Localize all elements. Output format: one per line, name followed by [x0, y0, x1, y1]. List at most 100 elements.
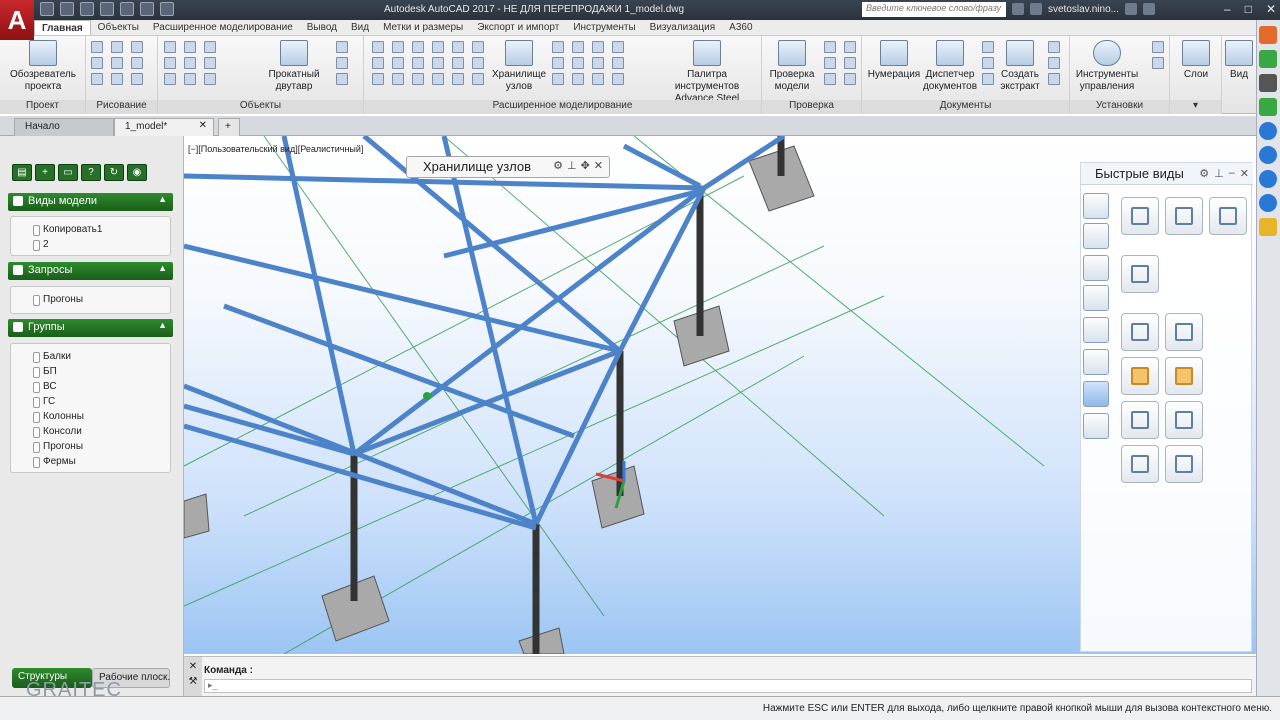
panel-title-settings[interactable]: Установки [1070, 100, 1169, 114]
gear-icon[interactable] [612, 57, 624, 69]
tab-home[interactable]: Главная [34, 20, 91, 35]
print-icon[interactable] [120, 2, 134, 16]
node-storage-toolbar[interactable]: Хранилище узлов ⚙ ⊥ ✥ ✕ [406, 156, 610, 178]
joint-icon-11[interactable] [452, 57, 464, 69]
binoculars-icon[interactable] [1012, 3, 1024, 15]
autocad-logo[interactable]: A [0, 0, 34, 40]
new-tab-button[interactable]: + [218, 118, 240, 136]
audit-icon[interactable] [844, 41, 856, 53]
help-icon[interactable] [1142, 3, 1155, 15]
tab-tools[interactable]: Инструменты [566, 20, 642, 35]
minimize-button[interactable]: – [1224, 2, 1231, 16]
model-view-icon[interactable]: ▤ [12, 164, 32, 181]
close-icon[interactable]: ✕ [184, 661, 202, 672]
gear-icon[interactable]: ⚙ [1199, 167, 1209, 180]
nc-icon[interactable] [982, 73, 994, 85]
close-icon[interactable]: ✕ [594, 159, 603, 172]
collapse-icon[interactable]: ▲ [158, 320, 167, 330]
pause-icon[interactable] [1259, 122, 1277, 140]
joint-icon-16[interactable] [432, 73, 444, 85]
check-model-button[interactable]: Проверка модели [764, 40, 820, 93]
list-item[interactable]: Фермы [11, 454, 170, 469]
plate-icon[interactable] [204, 41, 216, 53]
polyline-icon[interactable] [111, 41, 123, 53]
list-item[interactable]: Балки [11, 349, 170, 364]
tube-icon[interactable] [336, 73, 348, 85]
viewport-controls-label[interactable]: [−][Пользовательский вид][Реалистичный] [188, 144, 363, 154]
filter-icon[interactable] [824, 73, 836, 85]
view-button[interactable]: Вид [1222, 40, 1256, 81]
clash-icon[interactable] [824, 41, 836, 53]
print-view-icon[interactable]: ▭ [58, 164, 78, 181]
column-view-icon[interactable] [1083, 381, 1109, 407]
settings-icon-2[interactable] [1152, 57, 1164, 69]
back-icon[interactable] [1259, 26, 1277, 44]
joint-icon-8[interactable] [392, 57, 404, 69]
list-doc-icon[interactable] [982, 57, 994, 69]
section-groups-header[interactable]: Группы ▲ [8, 319, 173, 337]
person-icon[interactable] [1083, 255, 1109, 281]
view-section-icon[interactable] [1209, 197, 1247, 235]
joint-icon-5[interactable] [452, 41, 464, 53]
view-cube-icon[interactable] [1121, 255, 1159, 293]
command-input[interactable]: ▸_ [204, 679, 1252, 693]
joint-icon-13[interactable] [372, 73, 384, 85]
node-storage-button[interactable]: Хранилище узлов [488, 40, 550, 93]
user-name[interactable]: svetoslav.nino... [1048, 4, 1119, 15]
add-icon[interactable]: + [35, 164, 55, 181]
undo-icon[interactable] [140, 2, 154, 16]
report-icon[interactable] [844, 73, 856, 85]
grid-icon[interactable] [164, 41, 176, 53]
spline-icon[interactable] [91, 57, 103, 69]
rectangle-icon[interactable] [111, 73, 123, 85]
list-item[interactable]: Прогоны [11, 439, 170, 454]
mgmt-tools-button[interactable]: Инструменты управления [1074, 40, 1140, 93]
view-selected-orange-icon[interactable] [1121, 357, 1159, 395]
tab-a360[interactable]: A360 [722, 20, 759, 35]
bolt-icon[interactable] [164, 57, 176, 69]
arc-icon[interactable] [131, 41, 143, 53]
pin-icon[interactable]: ⊥ [1214, 167, 1224, 180]
house-icon[interactable] [592, 41, 604, 53]
weld-icon[interactable] [204, 57, 216, 69]
truss-icon-3[interactable] [552, 57, 564, 69]
new-file-icon[interactable] [40, 2, 54, 16]
layers-view-icon[interactable] [1083, 413, 1109, 439]
dimension-icon[interactable] [1083, 285, 1109, 311]
joint-icon-3[interactable] [412, 41, 424, 53]
list-item[interactable]: БП [11, 364, 170, 379]
doc-manager-button[interactable]: Диспетчер документов [922, 40, 978, 93]
line-icon[interactable] [91, 41, 103, 53]
stair-icon[interactable] [164, 73, 176, 85]
tab-start[interactable]: Начало [14, 118, 114, 136]
collapse-icon[interactable]: ▲ [158, 263, 167, 273]
joint-icon-9[interactable] [412, 57, 424, 69]
view-frame-icon[interactable] [1121, 313, 1159, 351]
close-tab-icon[interactable]: ✕ [199, 120, 207, 131]
close-icon[interactable]: ✕ [1240, 167, 1249, 180]
cylinder-icon[interactable] [592, 73, 604, 85]
list-item[interactable]: Консоли [11, 424, 170, 439]
circle-icon[interactable] [131, 57, 143, 69]
refresh-icon[interactable]: ↻ [104, 164, 124, 181]
panel-title-objects[interactable]: Объекты [158, 100, 363, 114]
dxf-icon[interactable] [1048, 57, 1060, 69]
joint-icon-10[interactable] [432, 57, 444, 69]
save-as-icon[interactable] [100, 2, 114, 16]
tab-labels-dimensions[interactable]: Метки и размеры [376, 20, 470, 35]
brush-icon[interactable] [1083, 193, 1109, 219]
pencil-icon[interactable] [1259, 194, 1277, 212]
pin-icon[interactable]: ⊥ [567, 159, 577, 172]
tab-advanced-modeling[interactable]: Расширенное моделирование [146, 20, 300, 35]
restore-button[interactable]: □ [1245, 2, 1252, 16]
comment-icon[interactable] [1259, 218, 1277, 236]
gear-icon[interactable]: ⚙ [553, 159, 563, 172]
screen-icon[interactable] [1259, 98, 1277, 116]
save-icon[interactable] [80, 2, 94, 16]
nav-up-icon[interactable] [1259, 170, 1277, 188]
list-item[interactable]: Прогоны [11, 292, 170, 307]
joint-icon-17[interactable] [452, 73, 464, 85]
joint-icon-4[interactable] [432, 41, 444, 53]
list-item[interactable]: ГС [11, 394, 170, 409]
nc-file-icon[interactable] [1048, 41, 1060, 53]
